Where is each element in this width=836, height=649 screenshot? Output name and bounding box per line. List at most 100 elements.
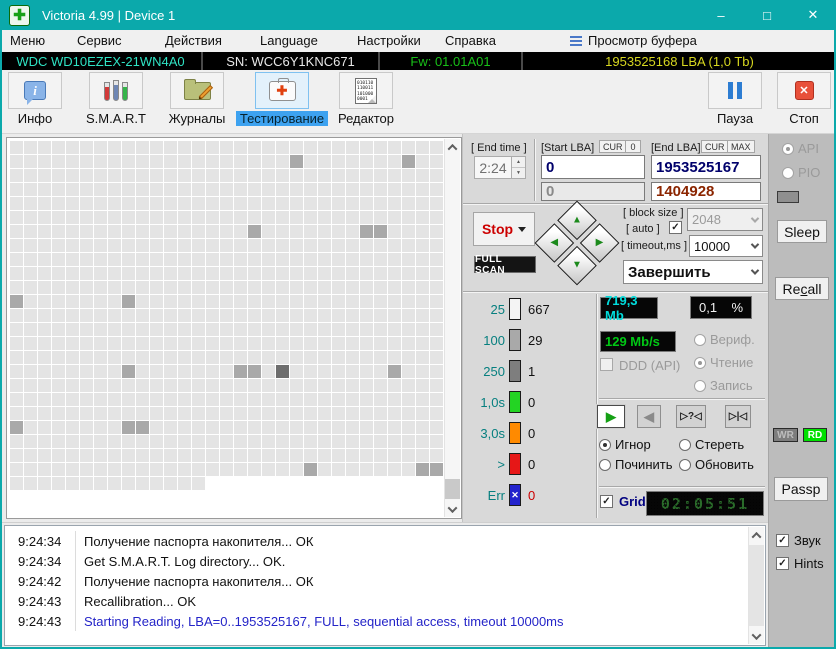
end-lba-max-button[interactable]: MAX <box>727 140 755 153</box>
end-time-spinner[interactable]: 2:24 ▲ ▼ <box>474 156 526 179</box>
scan-block <box>416 323 429 336</box>
bad-block-action-select[interactable]: Завершить <box>623 260 763 284</box>
scan-block <box>66 351 79 364</box>
recall-button[interactable]: Re c all <box>775 277 829 300</box>
close-button[interactable]: ✕ <box>790 0 836 30</box>
mode-butterfly-button[interactable]: ▷|◁ <box>725 405 751 428</box>
sound-checkbox[interactable]: ✓ <box>776 534 789 547</box>
auto-checkbox[interactable]: ✓ <box>669 221 682 234</box>
scan-block <box>94 365 107 378</box>
scan-block <box>360 141 373 154</box>
scan-block <box>122 407 135 420</box>
full-scan-button[interactable]: FULL SCAN <box>474 254 536 276</box>
legend-label: 1,0s <box>480 394 505 410</box>
hints-checkbox-row[interactable]: ✓ Hints <box>776 556 824 571</box>
end-lba-cur-button[interactable]: CUR <box>701 140 729 153</box>
scan-block <box>220 323 233 336</box>
toolbar-testing-button[interactable]: ✚ Тестирование <box>234 72 330 126</box>
scan-block <box>10 309 23 322</box>
arrow-right-icon: ▶ <box>595 236 604 248</box>
scan-block <box>374 183 387 196</box>
scan-block <box>108 323 121 336</box>
minimize-button[interactable]: – <box>698 0 744 30</box>
menu-item[interactable]: Language <box>260 33 318 48</box>
start-lba-cur-button[interactable]: CUR <box>599 140 627 153</box>
log-rows: 9:24:34 Получение паспорта накопителя... … <box>5 531 747 631</box>
scan-block <box>248 211 261 224</box>
sound-checkbox-row[interactable]: ✓ Звук <box>776 533 821 548</box>
scan-block <box>38 211 51 224</box>
scan-block <box>290 407 303 420</box>
scan-block <box>304 197 317 210</box>
scan-block <box>206 351 219 364</box>
scan-block <box>94 267 107 280</box>
hints-checkbox[interactable]: ✓ <box>776 557 789 570</box>
toolbar-logs-button[interactable]: Журналы <box>166 72 228 126</box>
toolbar-editor-button[interactable]: 010110 110011 101000 0001 Редактор <box>332 72 400 126</box>
scan-block <box>66 267 79 280</box>
scroll-down-icon[interactable] <box>749 628 764 644</box>
scan-block <box>220 197 233 210</box>
scan-block <box>416 183 429 196</box>
scan-block <box>220 337 233 350</box>
radio-ignore[interactable]: Игнор <box>599 437 679 452</box>
stop-dropdown-button[interactable]: Stop <box>473 212 535 246</box>
scrollbar-thumb[interactable] <box>445 479 460 499</box>
scroll-up-icon[interactable] <box>749 527 764 543</box>
scan-block <box>136 323 149 336</box>
scan-block <box>108 435 121 448</box>
scan-block <box>304 379 317 392</box>
legend-label: 3,0s <box>480 425 505 441</box>
mode-reverse-button[interactable]: ◀ <box>637 405 661 428</box>
scan-block <box>430 197 443 210</box>
stop-scan-button[interactable]: ✕ Стоп <box>776 72 832 126</box>
menu-item[interactable]: Настройки <box>357 33 421 48</box>
radio-refresh[interactable]: Обновить <box>679 457 754 472</box>
scan-block <box>80 267 93 280</box>
radio-erase[interactable]: Стереть <box>679 437 754 452</box>
scan-block <box>38 239 51 252</box>
end-lba-input[interactable]: 1953525167 <box>651 155 761 179</box>
scrollbar-thumb[interactable] <box>749 545 764 626</box>
grid-checkbox[interactable]: ✓ <box>600 495 613 508</box>
end-lba-secondary-input[interactable]: 1404928 <box>651 182 761 201</box>
timeout-select[interactable]: 10000 <box>689 235 763 257</box>
scan-block <box>374 197 387 210</box>
start-lba-zero-button[interactable]: 0 <box>625 140 641 153</box>
scan-block <box>192 225 205 238</box>
log-scrollbar[interactable] <box>748 527 764 644</box>
menu-item[interactable]: Действия <box>165 33 222 48</box>
scroll-down-icon[interactable] <box>445 501 460 517</box>
separator <box>599 398 765 400</box>
scan-block <box>94 295 107 308</box>
menu-item[interactable]: Меню <box>10 33 45 48</box>
scan-block <box>66 463 79 476</box>
scan-block <box>192 267 205 280</box>
buffer-view-button[interactable]: Просмотр буфера <box>570 33 697 48</box>
spin-up-icon[interactable]: ▲ <box>512 157 525 168</box>
menu-item[interactable]: Сервис <box>77 33 122 48</box>
radio-button <box>694 333 706 346</box>
scan-block <box>108 477 121 490</box>
scan-block <box>24 155 37 168</box>
radio-remap[interactable]: Починить <box>599 457 679 472</box>
mode-random-button[interactable]: ▷?◁ <box>676 405 706 428</box>
toolbar-info-button[interactable]: i Инфо <box>7 72 63 126</box>
pause-button[interactable]: Пауза <box>707 72 763 126</box>
maximize-button[interactable]: □ <box>744 0 790 30</box>
arrow-left-icon: ◀ <box>550 236 559 248</box>
mode-linear-button[interactable]: ▶ <box>596 404 626 429</box>
scan-block <box>248 337 261 350</box>
scan-block <box>150 365 163 378</box>
sleep-button[interactable]: Sleep <box>777 220 827 243</box>
toolbar-smart-button[interactable]: S.M.A.R.T <box>81 72 151 126</box>
spinner-buttons[interactable]: ▲ ▼ <box>511 157 525 178</box>
spin-down-icon[interactable]: ▼ <box>512 168 525 178</box>
log-message: Starting Reading, LBA=0..1953525167, FUL… <box>75 611 747 631</box>
passport-button[interactable]: Passp <box>774 477 828 501</box>
scroll-up-icon[interactable] <box>445 139 460 155</box>
start-lba-input[interactable]: 0 <box>541 155 645 179</box>
map-scrollbar[interactable] <box>444 139 460 517</box>
scan-block <box>262 365 275 378</box>
menu-item[interactable]: Справка <box>445 33 496 48</box>
